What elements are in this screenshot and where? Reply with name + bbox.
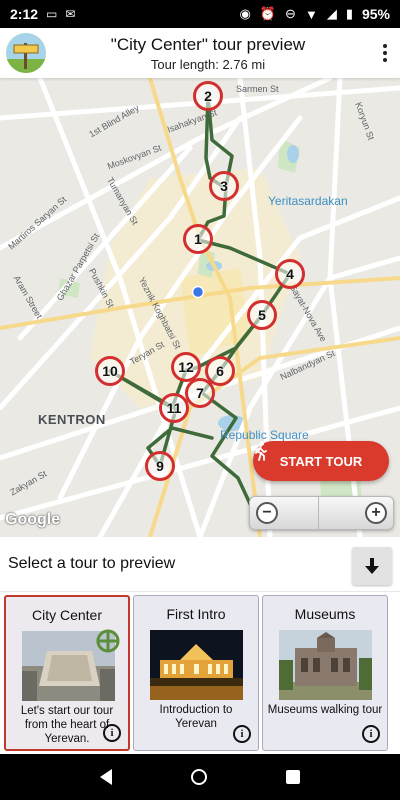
tour-card-museums[interactable]: Museums Museums walking tour i — [262, 595, 388, 751]
map-label-republic-square: Republic Square — [220, 428, 309, 442]
message-icon: ✉ — [65, 7, 76, 21]
tour-card-image — [150, 630, 243, 700]
status-bar: 2:12 ▭ ✉ ◉ ⏰ ⊖ ▼ ◢ ▮ 95% — [0, 0, 400, 28]
zoom-out-icon: − — [256, 502, 278, 524]
tour-stop-marker[interactable]: 11 — [159, 393, 189, 423]
tour-card-description: Museums walking tour — [267, 704, 383, 716]
tour-stop-marker[interactable]: 5 — [247, 300, 277, 330]
walk-icon — [255, 441, 267, 461]
tour-card-first-intro[interactable]: First Intro Introduction to Yerevan i — [133, 595, 259, 751]
info-icon[interactable]: i — [103, 724, 121, 742]
zoom-in-button[interactable]: + — [318, 497, 393, 529]
recents-icon[interactable] — [286, 770, 301, 784]
back-icon[interactable] — [99, 769, 112, 785]
zoom-controls: − + — [249, 496, 394, 530]
tour-stop-number: 10 — [102, 363, 118, 379]
tour-stop-number: 4 — [286, 266, 294, 282]
tour-stop-number: 12 — [178, 359, 194, 375]
tour-stop-number: 6 — [216, 363, 224, 379]
overflow-menu-icon[interactable] — [370, 33, 400, 73]
zoom-in-icon: + — [365, 502, 387, 524]
alarm-icon: ⏰ — [259, 6, 277, 21]
tour-stop-marker[interactable]: 7 — [185, 378, 215, 408]
tour-stop-marker[interactable]: 12 — [171, 352, 201, 382]
tour-stop-marker[interactable]: 9 — [145, 451, 175, 481]
location-icon: ◉ — [239, 6, 251, 21]
tour-stop-marker[interactable]: 3 — [209, 171, 239, 201]
start-tour-button[interactable]: START TOUR — [253, 441, 389, 481]
tour-card-city-center[interactable]: City Center Let's start our tour from th… — [4, 595, 130, 751]
tour-stop-marker[interactable]: 4 — [275, 259, 305, 289]
tour-stop-number: 5 — [258, 307, 266, 323]
zoom-out-button[interactable]: − — [250, 497, 318, 529]
start-tour-label: START TOUR — [279, 453, 363, 469]
page-title: "City Center" tour preview — [110, 34, 306, 54]
map-label-kentron: KENTRON — [38, 412, 106, 427]
app-bar: "City Center" tour preview Tour length: … — [0, 28, 400, 78]
sim-card-icon: ▭ — [46, 7, 58, 21]
map-view[interactable]: Sarmen St 1st Blind Alley Isahakyan St K… — [0, 78, 400, 537]
tour-card-title: City Center — [31, 607, 103, 623]
landmark-badge-icon — [96, 629, 120, 653]
tour-card-title: Museums — [294, 606, 356, 622]
tour-stop-number: 2 — [204, 88, 212, 104]
tour-stop-marker[interactable]: 2 — [193, 81, 223, 111]
tour-cards: City Center Let's start our tour from th… — [0, 592, 400, 754]
do-not-disturb-icon: ⊖ — [285, 6, 296, 21]
system-nav-bar — [0, 754, 400, 800]
app-logo-icon[interactable] — [6, 33, 46, 73]
battery-icon: ▮ — [345, 6, 353, 21]
home-icon[interactable] — [190, 769, 207, 785]
map-label-yeritasardakan: Yeritasardakan — [268, 194, 348, 208]
signal-icon: ◢ — [326, 6, 337, 21]
info-icon[interactable]: i — [233, 725, 251, 743]
tour-card-title: First Intro — [166, 606, 226, 622]
map-label: Sarmen St — [236, 84, 279, 94]
tour-stop-number: 1 — [194, 231, 202, 247]
tour-stop-number: 7 — [196, 385, 204, 401]
collapse-button[interactable] — [352, 547, 392, 585]
google-logo: Google — [5, 511, 61, 528]
tour-card-image — [279, 630, 372, 700]
status-time: 2:12 — [10, 6, 39, 22]
wifi-icon: ▼ — [304, 6, 318, 22]
tour-stop-marker[interactable]: 1 — [183, 224, 213, 254]
battery-level: 95% — [361, 6, 390, 22]
tour-stop-number: 11 — [166, 400, 182, 416]
tour-length: Tour length: 2.76 mi — [150, 56, 266, 72]
info-icon[interactable]: i — [362, 725, 380, 743]
tour-stop-marker[interactable]: 10 — [95, 356, 125, 386]
arrow-down-icon — [365, 558, 379, 574]
tour-selector-label: Select a tour to preview — [8, 555, 176, 572]
tour-stop-number: 3 — [220, 178, 228, 194]
tour-stop-number: 9 — [156, 458, 164, 474]
tour-selector-header: Select a tour to preview — [0, 537, 400, 592]
